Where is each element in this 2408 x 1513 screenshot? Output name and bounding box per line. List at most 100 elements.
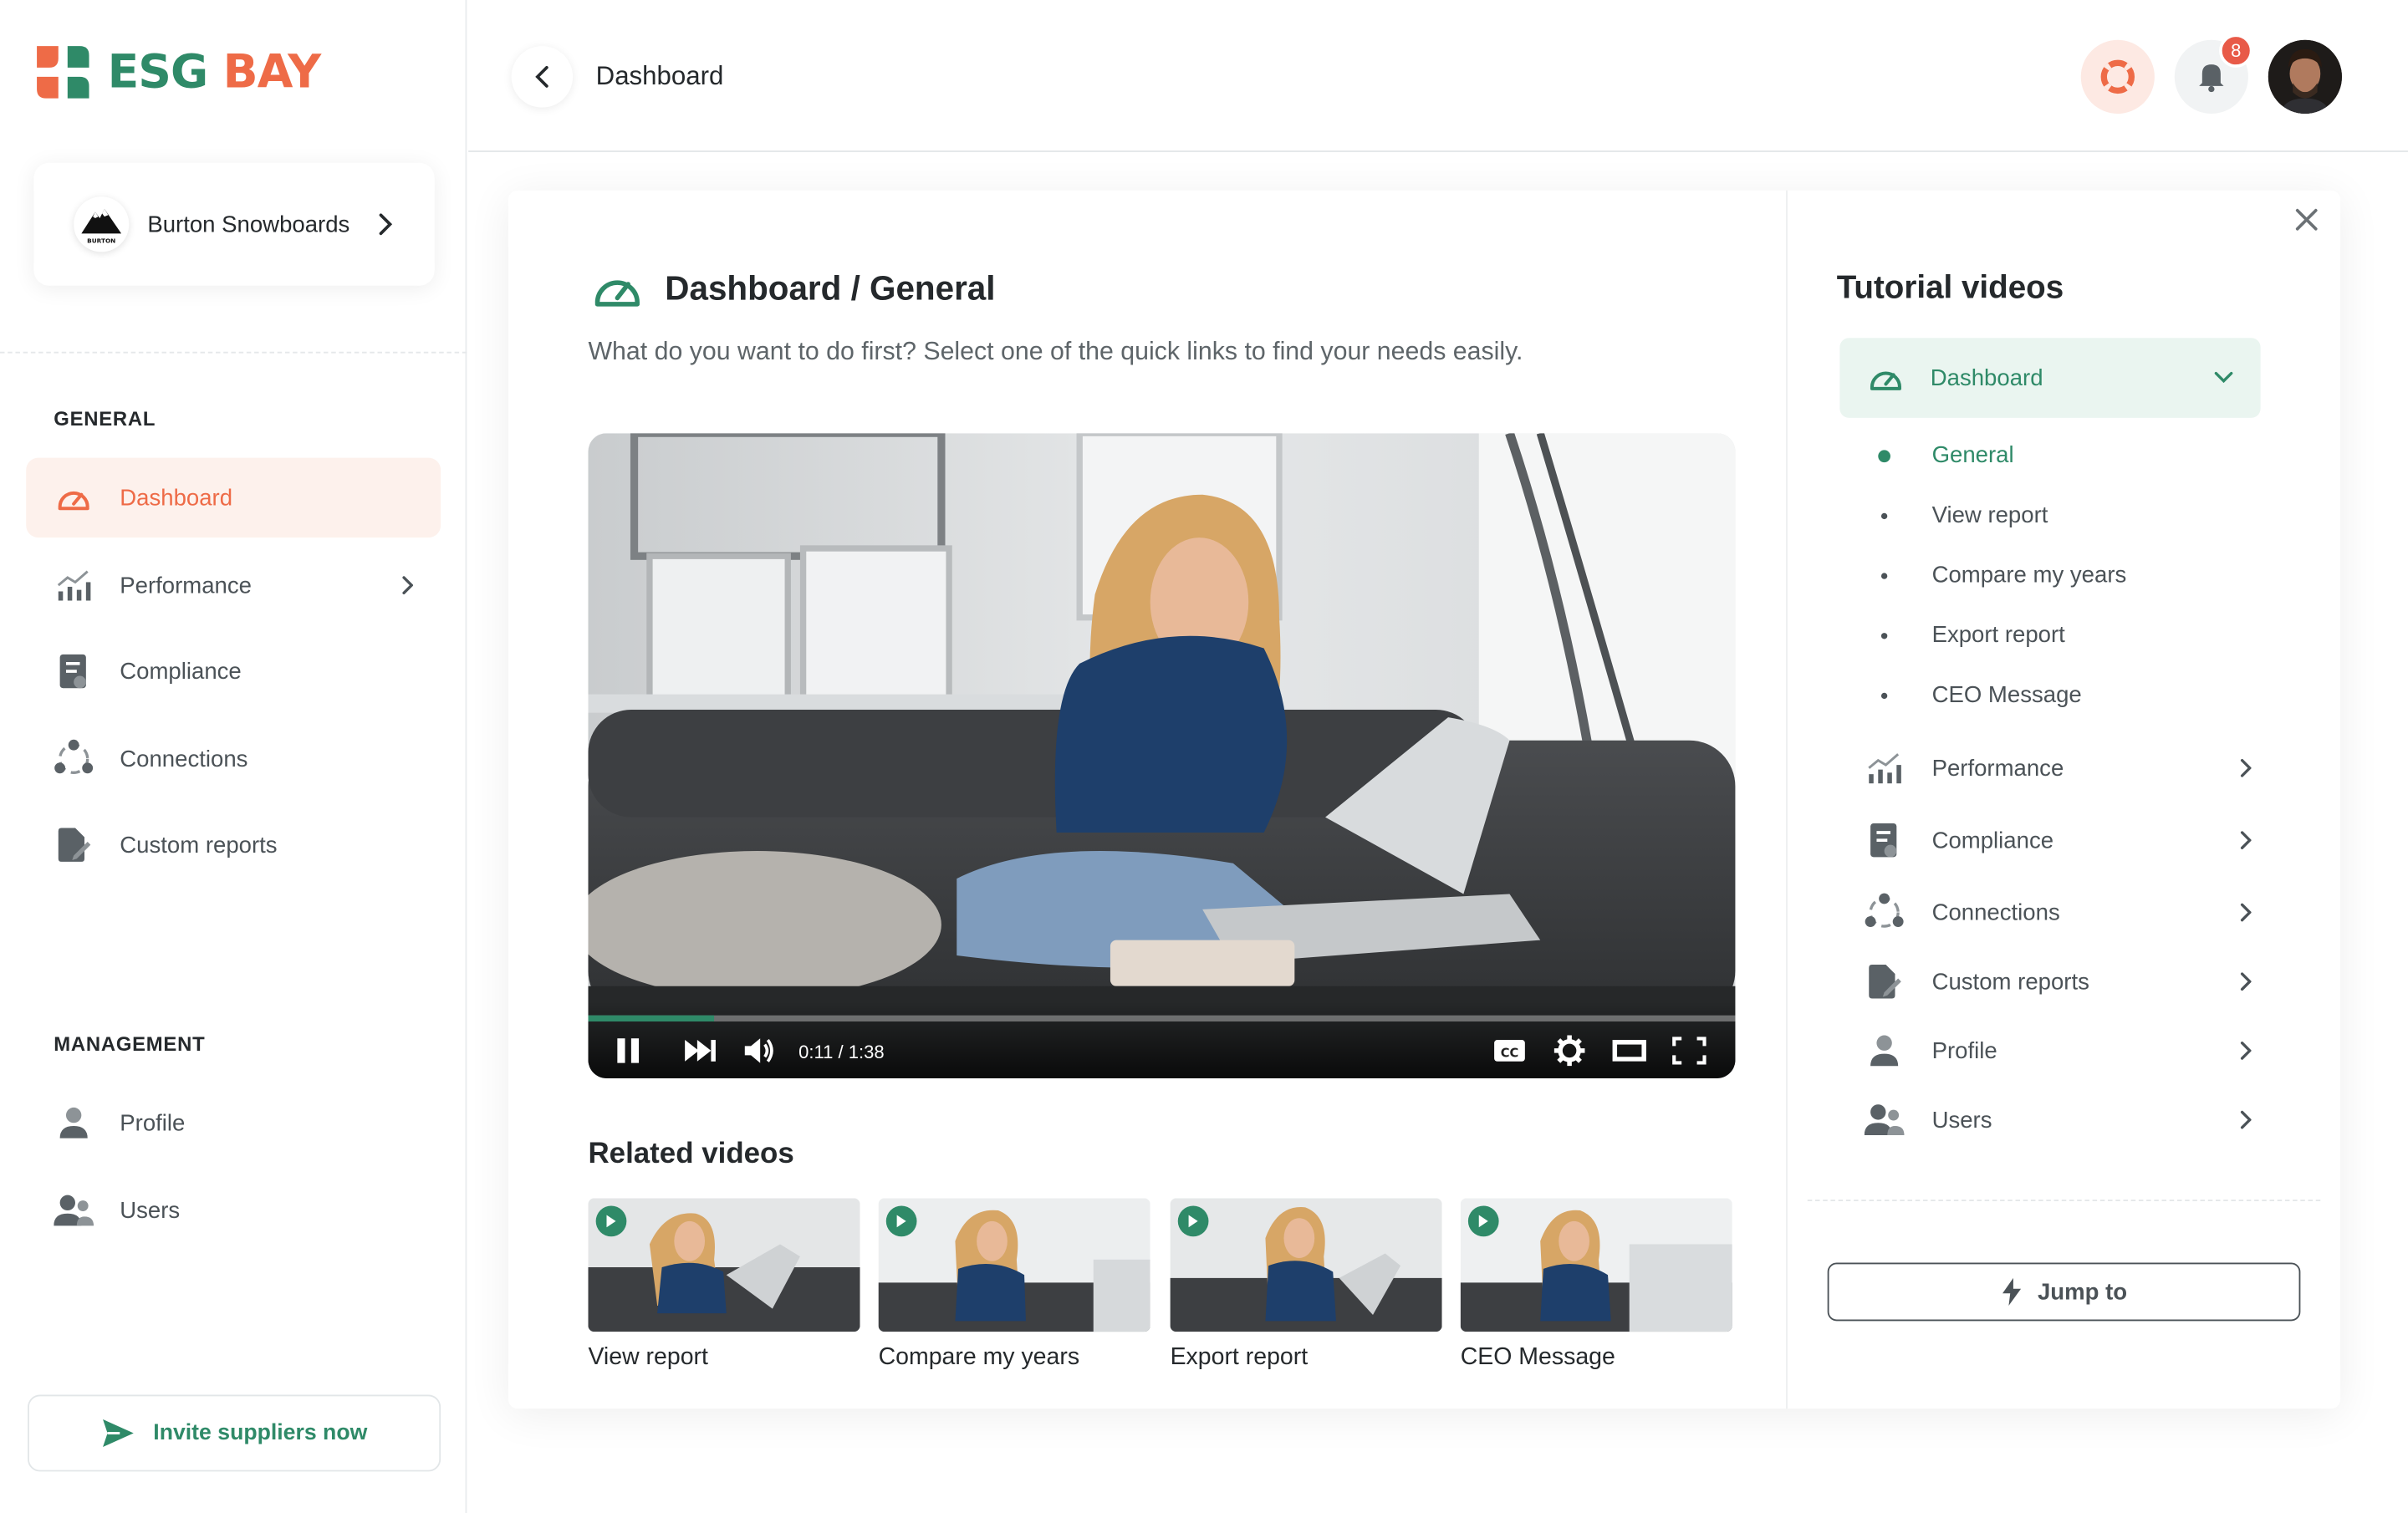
sidebar-item-connections[interactable]: Connections xyxy=(26,719,441,799)
brand-word-bay: BAY xyxy=(222,45,321,99)
video-progress-bar[interactable] xyxy=(588,1015,1736,1022)
jump-to-button[interactable]: Jump to xyxy=(1827,1262,2301,1322)
video-time: 0:11 / 1:38 xyxy=(798,1041,885,1063)
tutorial-sub-item-label: View report xyxy=(1931,502,2048,529)
tutorial-section-compliance[interactable]: Compliance xyxy=(1865,822,2252,858)
thumbnail-image xyxy=(878,1198,1150,1332)
related-video-label[interactable]: Compare my years xyxy=(879,1344,1079,1372)
bullet-icon xyxy=(1880,691,1888,699)
play-icon xyxy=(1177,1205,1209,1237)
tutorial-section-label: Dashboard xyxy=(1930,364,2043,391)
tutorial-section-label: Users xyxy=(1931,1106,1992,1133)
tutorial-section-custom-reports[interactable]: Custom reports xyxy=(1865,963,2252,1000)
fullscreen-icon xyxy=(1672,1037,1707,1065)
settings-button[interactable] xyxy=(1553,1035,1586,1067)
chevron-right-icon xyxy=(2240,831,2252,850)
related-video-label[interactable]: Export report xyxy=(1171,1344,1309,1372)
sidebar-item-label: Custom reports xyxy=(120,832,278,858)
thumbnail-image xyxy=(588,1198,860,1332)
user-icon xyxy=(1865,1034,1905,1067)
top-header: Dashboard 8 xyxy=(468,0,2408,152)
sidebar-item-compliance[interactable]: Compliance xyxy=(26,631,441,711)
thumbnail-image xyxy=(1460,1198,1732,1332)
related-video-thumbnail[interactable] xyxy=(588,1198,860,1332)
tutorial-sub-item[interactable]: General xyxy=(1878,442,2014,468)
video-player[interactable]: 0:11 / 1:38 CC xyxy=(588,433,1736,1078)
sidebar-item-users[interactable]: Users xyxy=(26,1170,441,1251)
tutorial-section-label: Custom reports xyxy=(1931,968,2089,995)
bullet-icon xyxy=(1878,449,1890,462)
user-icon xyxy=(54,1103,94,1143)
tutorial-sub-item[interactable]: Export report xyxy=(1878,622,2065,648)
page-title: Dashboard / General xyxy=(665,268,996,308)
tutorial-section-dashboard[interactable]: Dashboard xyxy=(1839,338,2261,418)
bullet-icon xyxy=(1880,512,1888,519)
tutorial-sub-item[interactable]: Compare my years xyxy=(1878,563,2126,588)
esg-bay-logo-icon xyxy=(37,46,89,99)
captions-button[interactable]: CC xyxy=(1491,1036,1528,1067)
user-avatar[interactable] xyxy=(2268,39,2342,114)
brand-name: ESG BAY xyxy=(107,45,322,99)
sidebar-item-dashboard[interactable]: Dashboard xyxy=(26,457,441,538)
brand-logo[interactable]: ESG BAY xyxy=(33,43,322,101)
tutorial-videos-title: Tutorial videos xyxy=(1836,270,2064,306)
tutorial-section-profile[interactable]: Profile xyxy=(1865,1034,2252,1067)
play-icon xyxy=(885,1205,917,1237)
invite-suppliers-button[interactable]: Invite suppliers now xyxy=(28,1394,441,1472)
send-icon xyxy=(102,1419,134,1448)
related-video-label[interactable]: CEO Message xyxy=(1461,1344,1615,1372)
jump-to-label: Jump to xyxy=(2037,1278,2128,1306)
sidebar-item-performance[interactable]: Performance xyxy=(26,545,441,625)
chevron-left-icon xyxy=(535,66,548,88)
tutorial-section-users[interactable]: Users xyxy=(1864,1103,2252,1136)
app-root: ESG BAY BURTON Burton Snowboards GENERAL xyxy=(0,0,2408,1513)
chevron-right-icon xyxy=(379,213,392,236)
bell-icon xyxy=(2199,64,2224,93)
company-switcher[interactable]: BURTON Burton Snowboards xyxy=(33,162,435,286)
fullscreen-button[interactable] xyxy=(1671,1036,1707,1067)
tutorial-sub-item[interactable]: CEO Message xyxy=(1878,682,2082,708)
theater-mode-icon xyxy=(1612,1040,1646,1062)
related-video-thumbnail[interactable] xyxy=(1170,1198,1442,1332)
page-subtitle: What do you want to do first? Select one… xyxy=(588,338,1523,366)
connections-icon xyxy=(1865,893,1905,933)
brand-word-esg: ESG xyxy=(107,45,209,99)
tutorial-section-label: Profile xyxy=(1931,1037,1997,1064)
next-button[interactable] xyxy=(683,1036,717,1067)
related-video-label[interactable]: View report xyxy=(588,1344,707,1372)
help-button[interactable] xyxy=(2080,39,2155,114)
sidebar-item-custom-reports[interactable]: Custom reports xyxy=(26,805,441,885)
sidebar-item-profile[interactable]: Profile xyxy=(26,1083,441,1164)
pause-button[interactable] xyxy=(613,1036,644,1067)
header-title: Dashboard xyxy=(595,61,724,91)
chevron-right-icon xyxy=(2240,1042,2252,1060)
bullet-icon xyxy=(1880,572,1888,578)
chevron-right-icon xyxy=(2240,758,2252,777)
users-icon xyxy=(54,1190,94,1230)
sidebar-item-label: Connections xyxy=(120,746,248,772)
related-video-thumbnail[interactable] xyxy=(878,1198,1150,1332)
tutorial-sub-item[interactable]: View report xyxy=(1878,502,2048,528)
bar-chart-icon xyxy=(1865,751,1905,785)
video-frame-image xyxy=(588,433,1736,1078)
tutorial-section-connections[interactable]: Connections xyxy=(1865,893,2252,933)
chevron-down-icon xyxy=(2214,371,2233,384)
volume-button[interactable] xyxy=(743,1036,777,1067)
captions-label: CC xyxy=(1501,1046,1519,1060)
page-heading: Dashboard / General xyxy=(591,267,996,310)
theater-mode-button[interactable] xyxy=(1611,1036,1648,1067)
back-button[interactable] xyxy=(511,46,574,108)
main-card: Dashboard / General What do you want to … xyxy=(508,190,2341,1409)
tutorial-section-label: Connections xyxy=(1931,899,2060,926)
chevron-right-icon xyxy=(2240,972,2252,991)
tutorial-section-performance[interactable]: Performance xyxy=(1865,751,2252,785)
tutorial-sub-item-label: Export report xyxy=(1931,622,2065,649)
lifebuoy-icon xyxy=(2100,59,2135,94)
close-panel-button[interactable] xyxy=(2294,206,2319,241)
sidebar-item-label: Users xyxy=(120,1197,181,1224)
speedometer-icon xyxy=(1870,371,1902,390)
related-video-thumbnail[interactable] xyxy=(1460,1198,1732,1332)
document-check-icon xyxy=(54,651,94,691)
invite-suppliers-label: Invite suppliers now xyxy=(153,1420,368,1446)
tutorial-section-label: Compliance xyxy=(1931,827,2054,853)
